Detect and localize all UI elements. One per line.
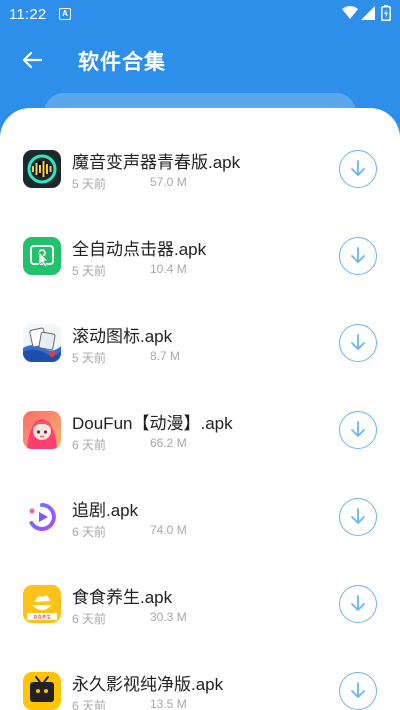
page-title: 软件合集 <box>78 51 166 74</box>
voice-changer-icon <box>23 150 61 188</box>
file-time: 5 天前 <box>72 177 107 191</box>
file-time: 5 天前 <box>72 264 107 278</box>
file-name: 食食养生.apk <box>72 588 173 607</box>
food-icon-caption: 食食养生 <box>33 614 51 621</box>
download-arrow-icon <box>351 421 365 437</box>
file-size: 30.3 M <box>150 610 187 624</box>
arrow-left-icon <box>22 51 42 69</box>
file-name: 全自动点击器.apk <box>72 240 207 259</box>
file-name: 滚动图标.apk <box>72 327 173 346</box>
doufun-icon <box>23 411 61 449</box>
file-size: 74.0 M <box>150 523 187 537</box>
file-list-item[interactable]: 追剧.apk 6 天前 74.0 M <box>0 456 400 543</box>
file-size: 66.2 M <box>150 436 187 450</box>
download-button[interactable] <box>339 150 377 188</box>
download-arrow-icon <box>351 682 365 698</box>
notification-a-icon: A <box>59 8 71 20</box>
file-name: 魔音变声器青春版.apk <box>72 153 241 172</box>
drama-play-icon <box>23 498 61 536</box>
file-list-sheet: 魔音变声器青春版.apk 5 天前 57.0 M 全自动点击器.apk 5 天前… <box>0 108 400 710</box>
file-name: 永久影视纯净版.apk <box>72 675 224 694</box>
download-arrow-icon <box>351 595 365 611</box>
signal-icon <box>361 6 375 20</box>
file-list-item[interactable]: 魔音变声器青春版.apk 5 天前 57.0 M <box>0 108 400 195</box>
file-size: 10.4 M <box>150 262 187 276</box>
file-time: 6 天前 <box>72 699 107 710</box>
file-time: 6 天前 <box>72 612 107 626</box>
download-button[interactable] <box>339 498 377 536</box>
status-time: 11:22 <box>9 6 47 23</box>
download-button[interactable] <box>339 411 377 449</box>
file-name: 追剧.apk <box>72 501 139 520</box>
file-list-item[interactable]: 全自动点击器.apk 5 天前 10.4 M <box>0 195 400 282</box>
food-health-icon: 食食养生 <box>23 585 61 623</box>
auto-clicker-icon <box>23 237 61 275</box>
file-time: 5 天前 <box>72 351 107 365</box>
download-button[interactable] <box>339 324 377 362</box>
scroll-icon-app-icon <box>23 324 61 362</box>
file-list-item[interactable]: 滚动图标.apk 5 天前 8.7 M <box>0 282 400 369</box>
status-bar: 11:22 A <box>0 0 400 28</box>
file-time: 6 天前 <box>72 525 107 539</box>
app-bar: 软件合集 <box>0 28 400 92</box>
download-button[interactable] <box>339 672 377 710</box>
download-arrow-icon <box>351 508 365 524</box>
download-button[interactable] <box>339 237 377 275</box>
battery-icon <box>381 5 391 21</box>
file-list-item[interactable]: 食食养生 食食养生.apk 6 天前 30.3 M <box>0 543 400 630</box>
file-size: 57.0 M <box>150 175 187 189</box>
file-time: 6 天前 <box>72 438 107 452</box>
download-button[interactable] <box>339 585 377 623</box>
file-name: DouFun【动漫】.apk <box>72 414 233 433</box>
download-arrow-icon <box>351 160 365 176</box>
file-list-item[interactable]: DouFun【动漫】.apk 6 天前 66.2 M <box>0 369 400 456</box>
wifi-icon <box>342 6 358 19</box>
file-size: 8.7 M <box>150 349 181 363</box>
download-arrow-icon <box>351 334 365 350</box>
download-arrow-icon <box>351 247 365 263</box>
movie-tv-icon <box>23 672 61 710</box>
file-size: 13.5 M <box>150 697 187 710</box>
file-list-item[interactable]: 永久影视纯净版.apk 6 天前 13.5 M <box>0 630 400 710</box>
back-button[interactable] <box>14 42 50 78</box>
